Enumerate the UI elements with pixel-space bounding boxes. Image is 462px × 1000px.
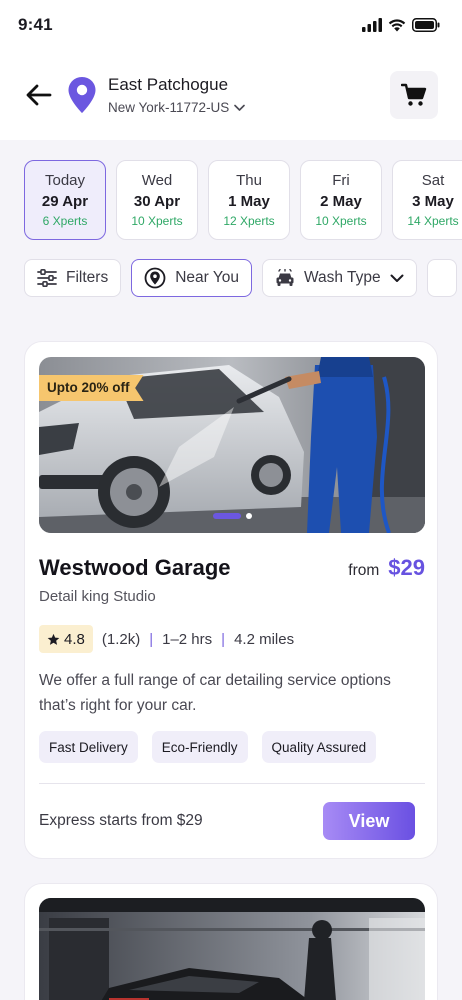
- shop-name: Westwood Garage: [39, 555, 231, 580]
- date-card-today[interactable]: Today 29 Apr 6 Xperts: [24, 160, 106, 240]
- distance: 4.2 miles: [234, 630, 295, 648]
- chevron-down-icon: [390, 274, 404, 282]
- date-card-wed[interactable]: Wed 30 Apr 10 Xperts: [116, 160, 198, 240]
- arrow-left-icon: [26, 84, 52, 106]
- pagination-dot[interactable]: [246, 513, 252, 519]
- date-date: 29 Apr: [41, 193, 89, 210]
- filters-chip[interactable]: Filters: [24, 259, 122, 297]
- date-day: Sat: [421, 172, 445, 189]
- date-date: 30 Apr: [133, 193, 181, 210]
- filters-label: Filters: [66, 269, 109, 286]
- date-date: 2 May: [320, 193, 362, 210]
- location-sub-text: New York-11772-US: [108, 100, 230, 115]
- feature-tag: Quality Assured: [261, 731, 377, 763]
- duration: 1–2 hrs: [162, 630, 213, 648]
- location-header: East Patchogue New York-11772-US: [0, 50, 462, 140]
- wifi-icon: [388, 19, 406, 32]
- card-divider: [39, 783, 425, 784]
- listing-image[interactable]: [39, 898, 425, 1000]
- feature-tags: Fast Delivery Eco-Friendly Quality Assur…: [39, 731, 377, 763]
- date-xperts: 10 Xperts: [315, 214, 367, 228]
- listing-card[interactable]: [24, 883, 438, 1000]
- pagination-dot-active[interactable]: [213, 513, 241, 519]
- listing-meta: 4.8 (1.2k) | 1–2 hrs | 4.2 miles: [39, 624, 294, 654]
- date-card-thu[interactable]: Thu 1 May 12 Xperts: [208, 160, 290, 240]
- view-button[interactable]: View: [323, 802, 415, 840]
- back-button[interactable]: [24, 80, 54, 110]
- filter-chips: Filters Near You Wash Type: [24, 259, 462, 299]
- location-pin-icon: [66, 75, 98, 115]
- listing-title-row: Westwood Garage from $29: [39, 555, 425, 581]
- location-name: East Patchogue: [108, 75, 229, 94]
- date-card-fri[interactable]: Fri 2 May 10 Xperts: [300, 160, 382, 240]
- card-footer: Express starts from $29 View: [39, 802, 415, 840]
- meta-separator: |: [149, 630, 154, 648]
- feature-tag: Fast Delivery: [39, 731, 138, 763]
- price-value: $29: [388, 555, 425, 580]
- image-pagination[interactable]: [213, 513, 252, 519]
- chevron-down-icon: [234, 104, 246, 111]
- date-xperts: 14 Xperts: [407, 214, 459, 228]
- location-radar-icon: [144, 267, 166, 289]
- location-sub[interactable]: New York-11772-US: [108, 100, 246, 115]
- near-you-label: Near You: [175, 269, 239, 286]
- date-card-sat[interactable]: Sat 3 May 14 Xperts: [392, 160, 462, 240]
- review-count: (1.2k): [101, 630, 141, 648]
- date-xperts: 12 Xperts: [223, 214, 275, 228]
- meta-separator: |: [221, 630, 226, 648]
- date-day: Thu: [236, 172, 262, 189]
- wash-type-chip[interactable]: Wash Type: [261, 259, 417, 297]
- date-xperts: 6 Xperts: [42, 214, 88, 228]
- status-icons: [362, 18, 440, 32]
- date-selector: Today 29 Apr 6 Xperts Wed 30 Apr 10 Xper…: [24, 160, 462, 242]
- wash-type-label: Wash Type: [303, 269, 381, 286]
- status-time: 9:41: [18, 15, 53, 34]
- cart-button[interactable]: [390, 71, 438, 119]
- battery-icon: [412, 18, 440, 32]
- rating-badge: 4.8: [39, 625, 93, 653]
- sliders-icon: [37, 269, 57, 287]
- cart-icon: [401, 83, 427, 106]
- price-block: from $29: [348, 555, 425, 581]
- status-bar: 9:41: [0, 0, 462, 50]
- rating-value: 4.8: [64, 630, 85, 648]
- car-icon: [276, 269, 294, 286]
- feature-tag: Eco-Friendly: [151, 731, 248, 763]
- offer-badge: Upto 20% off: [39, 375, 144, 401]
- date-day: Today: [44, 172, 86, 189]
- date-day: Wed: [141, 172, 173, 189]
- date-date: 1 May: [228, 193, 270, 210]
- listing-image[interactable]: Upto 20% off: [39, 357, 425, 533]
- star-icon: [47, 633, 60, 645]
- studio-name: Detail king Studio: [39, 588, 156, 605]
- location-selector[interactable]: East Patchogue New York-11772-US: [108, 75, 246, 115]
- express-price-text: Express starts from $29: [39, 812, 203, 829]
- more-filters-chip[interactable]: [426, 259, 457, 297]
- price-from-label: from: [348, 562, 380, 579]
- listing-description: We offer a full range of car detailing s…: [39, 672, 391, 714]
- listing-card[interactable]: Upto 20% off Westwood Garage from $29 De…: [24, 341, 438, 859]
- date-day: Fri: [332, 172, 350, 189]
- date-xperts: 10 Xperts: [131, 214, 183, 228]
- near-you-chip[interactable]: Near You: [131, 259, 252, 297]
- cellular-signal-icon: [362, 18, 382, 32]
- date-date: 3 May: [412, 193, 454, 210]
